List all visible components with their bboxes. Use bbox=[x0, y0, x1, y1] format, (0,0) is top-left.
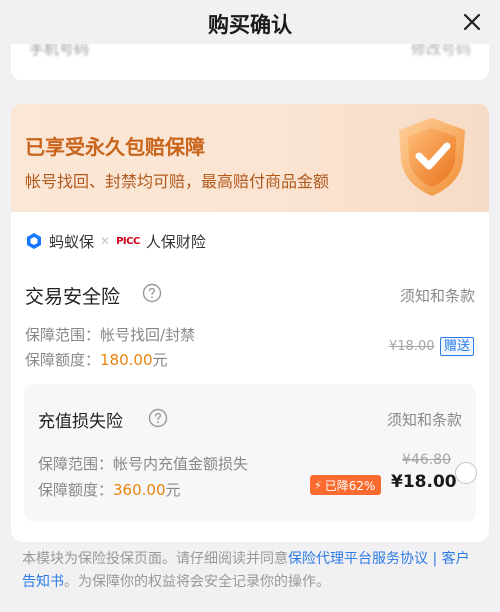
previous-card-action[interactable]: 修改号码 bbox=[411, 44, 471, 59]
banner-title: 已享受永久包赔保障 bbox=[25, 135, 205, 159]
footer-notice: 本模块为保险投保页面。请仔细阅读并同意保险代理平台服务协议 | 客户告知书。为保… bbox=[22, 548, 482, 594]
page-title: 购买确认 bbox=[208, 13, 292, 37]
service-agreement-link[interactable]: 保险代理平台服务协议 bbox=[288, 551, 428, 567]
insurance-card: 蚂蚁保 ✕ PICC 人保财险 交易安全险 须知和条款 保障范围：帐号找回/封禁… bbox=[11, 212, 489, 542]
footer-text-before: 本模块为保险投保页面。请仔细阅读并同意 bbox=[22, 551, 288, 567]
banner-subtitle: 帐号找回、封禁均可赔，最高赔付商品金额 bbox=[25, 172, 330, 191]
help-circle-icon[interactable] bbox=[148, 408, 168, 428]
discount-text: 已降62% bbox=[324, 478, 376, 493]
insurance1-amount: 保障额度：180.00元 bbox=[25, 349, 168, 370]
separator-x-icon: ✕ bbox=[100, 234, 111, 248]
ant-insurance-logo-icon bbox=[25, 232, 43, 250]
footer-text-after: 。为保障你的权益将会安全记录你的操作。 bbox=[64, 574, 330, 590]
previous-card-label: 手机号码 bbox=[29, 44, 90, 58]
amount-value: 180.00 bbox=[100, 351, 153, 369]
insurance2-select-radio[interactable] bbox=[455, 462, 477, 484]
provider-row: 蚂蚁保 ✕ PICC 人保财险 bbox=[25, 230, 206, 252]
amount-unit: 元 bbox=[165, 481, 181, 499]
gift-badge: 赠送 bbox=[440, 337, 475, 356]
guarantee-banner: 已享受永久包赔保障 帐号找回、封禁均可赔，最高赔付商品金额 bbox=[11, 104, 489, 212]
insurance1-scope: 保障范围：帐号找回/封禁 bbox=[25, 324, 195, 345]
insurance1-name: 交易安全险 bbox=[25, 286, 121, 308]
insurance2-scope: 保障范围：帐号内充值金额损失 bbox=[38, 453, 248, 474]
insurance2-name: 充值损失险 bbox=[38, 412, 123, 432]
shield-check-icon bbox=[387, 112, 477, 202]
insurance2-original-price: ¥46.80 bbox=[402, 452, 451, 468]
insurance1-original-price: ¥18.00 bbox=[389, 339, 435, 354]
amount-label: 保障额度： bbox=[38, 481, 114, 499]
lightning-icon: ⚡ bbox=[314, 478, 322, 492]
insurance2-card[interactable]: 充值损失险 须知和条款 保障范围：帐号内充值金额损失 保障额度：360.00元 … bbox=[24, 384, 477, 522]
previous-card: 手机号码 修改号码 bbox=[11, 44, 489, 80]
link-separator: | bbox=[428, 551, 442, 567]
insurance2-amount: 保障额度：360.00元 bbox=[38, 479, 181, 500]
insurance1-terms-link[interactable]: 须知和条款 bbox=[400, 285, 475, 306]
ant-insurance-name: 蚂蚁保 bbox=[49, 232, 95, 251]
discount-badge: ⚡ 已降62% bbox=[310, 475, 382, 495]
scope-value: 帐号找回/封禁 bbox=[100, 326, 196, 344]
insurance2-terms-link[interactable]: 须知和条款 bbox=[387, 409, 462, 430]
scope-label: 保障范围： bbox=[25, 326, 101, 344]
amount-value: 360.00 bbox=[113, 481, 166, 499]
insurance2-price: ¥18.00 bbox=[391, 472, 457, 492]
scope-value: 帐号内充值金额损失 bbox=[113, 455, 249, 473]
picc-logo: PICC bbox=[116, 235, 140, 247]
picc-name: 人保财险 bbox=[145, 232, 206, 251]
amount-unit: 元 bbox=[152, 351, 168, 369]
help-circle-icon[interactable] bbox=[142, 283, 162, 303]
amount-label: 保障额度： bbox=[25, 351, 101, 369]
close-icon[interactable] bbox=[460, 10, 484, 34]
header-bar: 购买确认 bbox=[0, 0, 500, 46]
scope-label: 保障范围： bbox=[38, 455, 114, 473]
